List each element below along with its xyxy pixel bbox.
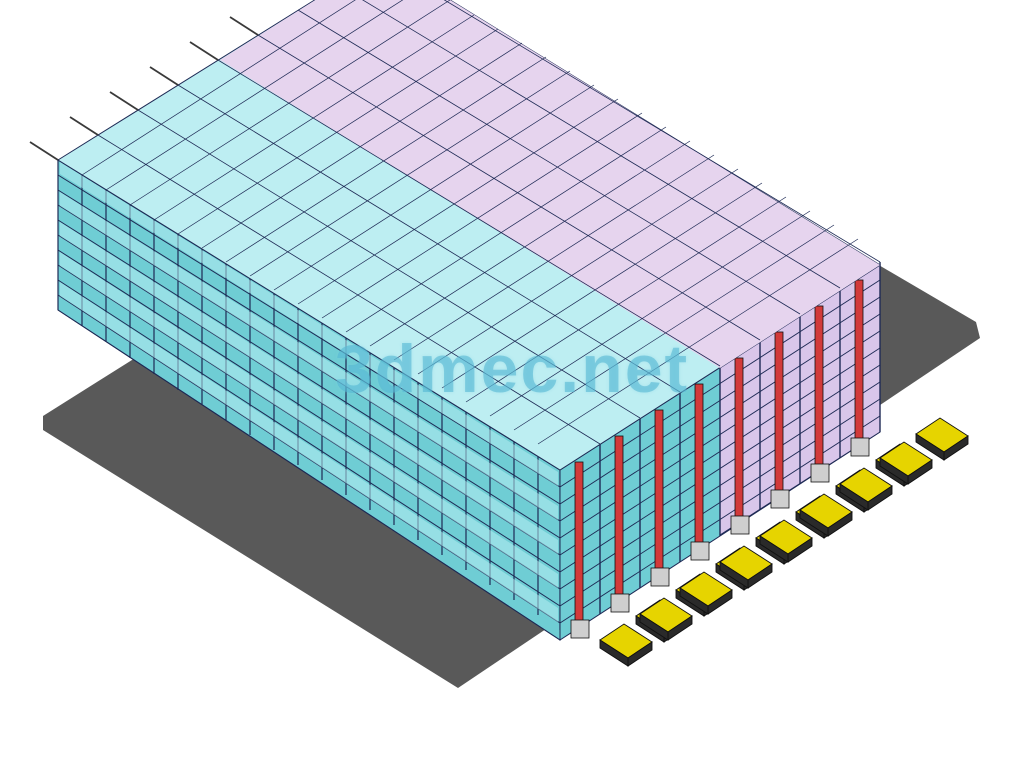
cad-isometric-render [0,0,1024,768]
render-stage: 3dmec.net [0,0,1024,768]
